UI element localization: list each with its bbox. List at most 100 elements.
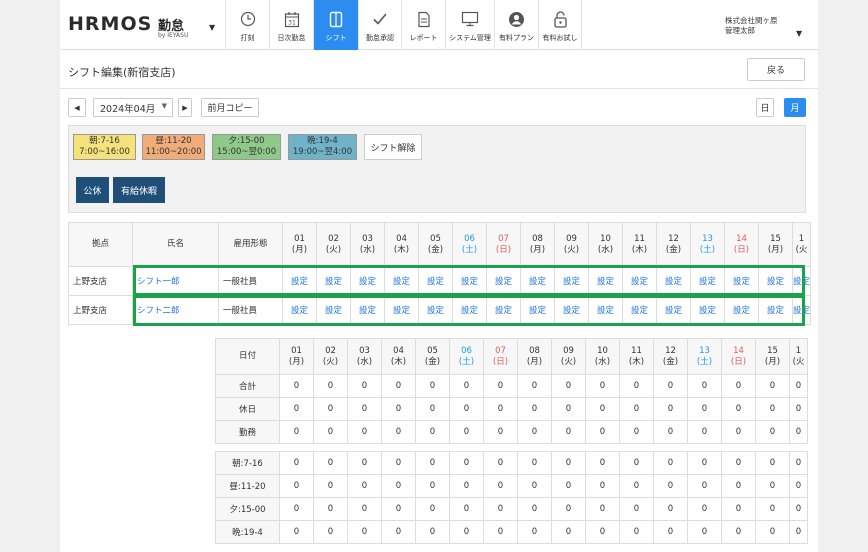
shift-name: 夕:15-00 <box>228 136 265 146</box>
user-menu-caret-icon[interactable]: ▼ <box>796 29 802 38</box>
summary-count: 0 <box>415 520 450 544</box>
nav-item-1[interactable]: 打刻 <box>226 0 270 50</box>
summary-count: 0 <box>755 520 790 544</box>
month-select[interactable]: 2024年04月 ▼ <box>93 98 173 117</box>
nav-item-label: 日次勤怠 <box>277 34 306 42</box>
summary-count: 0 <box>653 474 688 498</box>
nav-item-7[interactable]: 有料プラン <box>495 0 539 50</box>
summary-count: 0 <box>755 374 790 398</box>
summary-day-header-07: 07 (日) <box>483 338 518 375</box>
nav-item-2[interactable]: 31 日次勤怠 <box>270 0 314 50</box>
shift-book-icon <box>329 8 343 30</box>
prev-month-button[interactable]: ◀ <box>68 98 86 117</box>
group-spacer <box>215 443 808 452</box>
product-switch-caret-icon[interactable]: ▼ <box>209 23 215 32</box>
summary-row: 夕:15-00 0 0 0 0 0 0 0 0 0 0 0 0 0 0 0 0 <box>215 497 808 521</box>
summary-count: 0 <box>415 451 450 475</box>
summary-count: 0 <box>721 374 756 398</box>
summary-count: 0 <box>313 420 348 444</box>
summary-count: 0 <box>381 520 416 544</box>
month-view-button[interactable]: 月 <box>784 98 806 117</box>
summary-count: 0 <box>483 451 518 475</box>
summary-count: 0 <box>313 520 348 544</box>
summary-count: 0 <box>347 397 382 421</box>
nav-item-6[interactable]: システム管理 <box>446 0 495 50</box>
summary-count: 0 <box>381 374 416 398</box>
day-of-week: (土) <box>696 356 713 367</box>
day-number: 13 <box>699 345 710 356</box>
summary-count: 0 <box>381 497 416 521</box>
summary-day-header-15: 15 (月) <box>755 338 790 375</box>
month-value: 2024年04月 <box>100 103 156 115</box>
summary-count: 0 <box>585 397 620 421</box>
summary-count: 0 <box>721 420 756 444</box>
paid-leave-button[interactable]: 有給休暇 <box>113 177 165 203</box>
day-of-week: (金) <box>662 356 679 367</box>
highlight-box-row-1 <box>133 265 805 296</box>
day-number: 01 <box>291 345 302 356</box>
nav-item-3[interactable]: シフト <box>314 0 359 50</box>
summary-count: 0 <box>313 451 348 475</box>
day-header-01: 01 (月) <box>282 222 317 267</box>
user-name: 管理太郎 <box>725 26 755 35</box>
day-of-week: (水) <box>594 356 611 367</box>
day-of-week: (土) <box>699 244 716 255</box>
nav-item-5[interactable]: レポート <box>402 0 446 50</box>
summary-count: 0 <box>687 451 722 475</box>
day-number: 04 <box>396 233 407 244</box>
next-month-button[interactable]: ▶ <box>178 98 192 117</box>
checkmark-icon <box>372 8 388 30</box>
day-of-week: (火) <box>563 244 580 255</box>
summary-count: 0 <box>789 451 808 475</box>
header-name: 氏名 <box>132 222 219 267</box>
summary-count: 0 <box>721 497 756 521</box>
day-number: 09 <box>563 345 574 356</box>
summary-count: 0 <box>721 397 756 421</box>
summary-count: 0 <box>279 520 314 544</box>
day-number: 15 <box>770 233 781 244</box>
day-number: 08 <box>529 345 540 356</box>
summary-count: 0 <box>279 374 314 398</box>
public-holiday-button[interactable]: 公休 <box>76 177 109 203</box>
nav-item-label: 有料プラン <box>499 34 534 42</box>
summary-count: 0 <box>483 520 518 544</box>
day-number: 12 <box>665 345 676 356</box>
day-of-week: (月) <box>291 244 308 255</box>
day-of-week: (水) <box>597 244 614 255</box>
day-number: 03 <box>359 345 370 356</box>
summary-count: 0 <box>653 451 688 475</box>
summary-count: 0 <box>755 474 790 498</box>
shift-chip-evening[interactable]: 夕:15-00 15:00~翌0:00 <box>212 134 281 160</box>
day-number: 03 <box>362 233 373 244</box>
summary-count: 0 <box>619 374 654 398</box>
summary-count: 0 <box>449 420 484 444</box>
nav-item-8[interactable]: 有料お試し <box>539 0 582 50</box>
summary-count: 0 <box>755 397 790 421</box>
summary-count: 0 <box>721 451 756 475</box>
shift-chip-morning[interactable]: 朝:7-16 7:00~16:00 <box>73 134 136 160</box>
summary-count: 0 <box>279 497 314 521</box>
day-of-week: (土) <box>461 244 478 255</box>
summary-day-header-11: 11 (木) <box>619 338 654 375</box>
shift-chip-night[interactable]: 晩:19-4 19:00~翌4:00 <box>288 134 357 160</box>
summary-count: 0 <box>585 520 620 544</box>
hrmos-logo[interactable]: HRMOS <box>68 13 152 35</box>
nav-item-4[interactable]: 勤怠承認 <box>359 0 402 50</box>
summary-count: 0 <box>619 474 654 498</box>
day-view-button[interactable]: 日 <box>756 98 774 117</box>
summary-count: 0 <box>721 520 756 544</box>
shift-palette-panel: 朝:7-16 7:00~16:00 昼:11-20 11:00~20:00 夕:… <box>68 125 806 213</box>
summary-count: 0 <box>483 474 518 498</box>
summary-count: 0 <box>687 497 722 521</box>
user-menu[interactable]: 株式会社関ヶ原 管理太郎 <box>725 16 778 36</box>
shift-name: 朝:7-16 <box>89 136 120 146</box>
summary-day-header-1: 1 (火 <box>789 338 808 375</box>
shift-clear-button[interactable]: シフト解除 <box>364 134 422 160</box>
day-of-week: (木) <box>393 244 410 255</box>
summary-count: 0 <box>381 397 416 421</box>
day-of-week: (金) <box>424 356 441 367</box>
summary-day-header-10: 10 (水) <box>585 338 620 375</box>
copy-prev-month-button[interactable]: 前月コピー <box>201 98 259 117</box>
shift-chip-day[interactable]: 昼:11-20 11:00~20:00 <box>142 134 205 160</box>
back-button[interactable]: 戻る <box>747 58 805 81</box>
